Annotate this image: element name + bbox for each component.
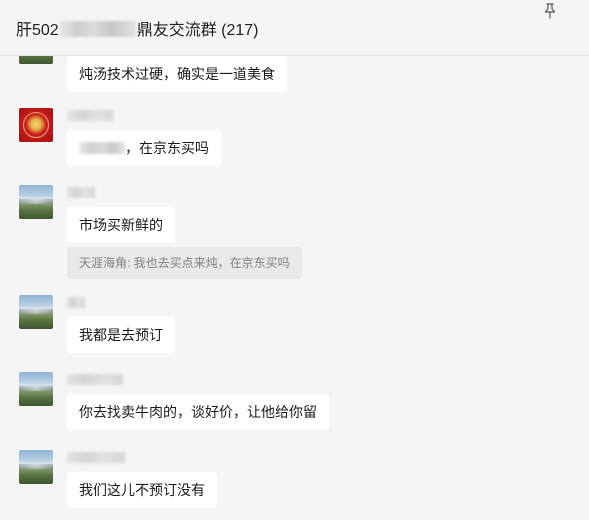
- sender-avatar[interactable]: [19, 450, 53, 484]
- redacted-sender-name: [67, 187, 95, 198]
- redacted-sender-name: [67, 110, 113, 121]
- chat-title-prefix: 肝502: [16, 22, 59, 39]
- sender-avatar[interactable]: [19, 185, 53, 219]
- sender-avatar[interactable]: [19, 56, 53, 64]
- message-text: 你去找卖牛肉的，谈好价，让他给你留: [79, 404, 317, 420]
- quoted-message[interactable]: 天涯海角: 我也去买点来炖，在京东买吗: [67, 247, 302, 279]
- message-bubble[interactable]: 我们这儿不预订没有: [67, 472, 217, 508]
- sender-avatar[interactable]: [19, 108, 53, 142]
- message-bubble[interactable]: ，在京东买吗: [67, 130, 221, 166]
- chat-title-suffix: 鼎友交流群 (217): [136, 22, 259, 39]
- sender-avatar[interactable]: [19, 295, 53, 329]
- quoted-message-text: 天涯海角: 我也去买点来炖，在京东买吗: [79, 256, 290, 270]
- message-bubble[interactable]: 炖汤技术过硬，确实是一道美食: [67, 56, 287, 92]
- redacted-sender-name: [67, 374, 123, 385]
- message-text: 我们这儿不预订没有: [79, 482, 205, 498]
- message-text: 市场买新鲜的: [79, 217, 163, 233]
- message-list[interactable]: 炖汤技术过硬，确实是一道美食 ，在京东买吗 市场买新鲜的 天涯海角: 我也去买点…: [0, 56, 589, 520]
- sender-avatar[interactable]: [19, 372, 53, 406]
- seal-ring: [23, 112, 49, 138]
- redacted-mention: [79, 142, 125, 154]
- chat-title: 肝502 鼎友交流群 (217): [16, 21, 259, 41]
- message-bubble[interactable]: 市场买新鲜的: [67, 207, 175, 243]
- message-text: 我都是去预订: [79, 327, 163, 343]
- message-text: ，在京东买吗: [125, 140, 209, 156]
- chat-header: 肝502 鼎友交流群 (217): [0, 0, 589, 56]
- redacted-sender-name: [67, 297, 85, 308]
- message-bubble[interactable]: 我都是去预订: [67, 317, 175, 353]
- redacted-sender-name: [67, 452, 125, 463]
- message-text: 炖汤技术过硬，确实是一道美食: [79, 66, 275, 82]
- redacted-title-segment: [59, 21, 136, 37]
- pin-icon[interactable]: [543, 3, 557, 19]
- message-bubble[interactable]: 你去找卖牛肉的，谈好价，让他给你留: [67, 394, 329, 430]
